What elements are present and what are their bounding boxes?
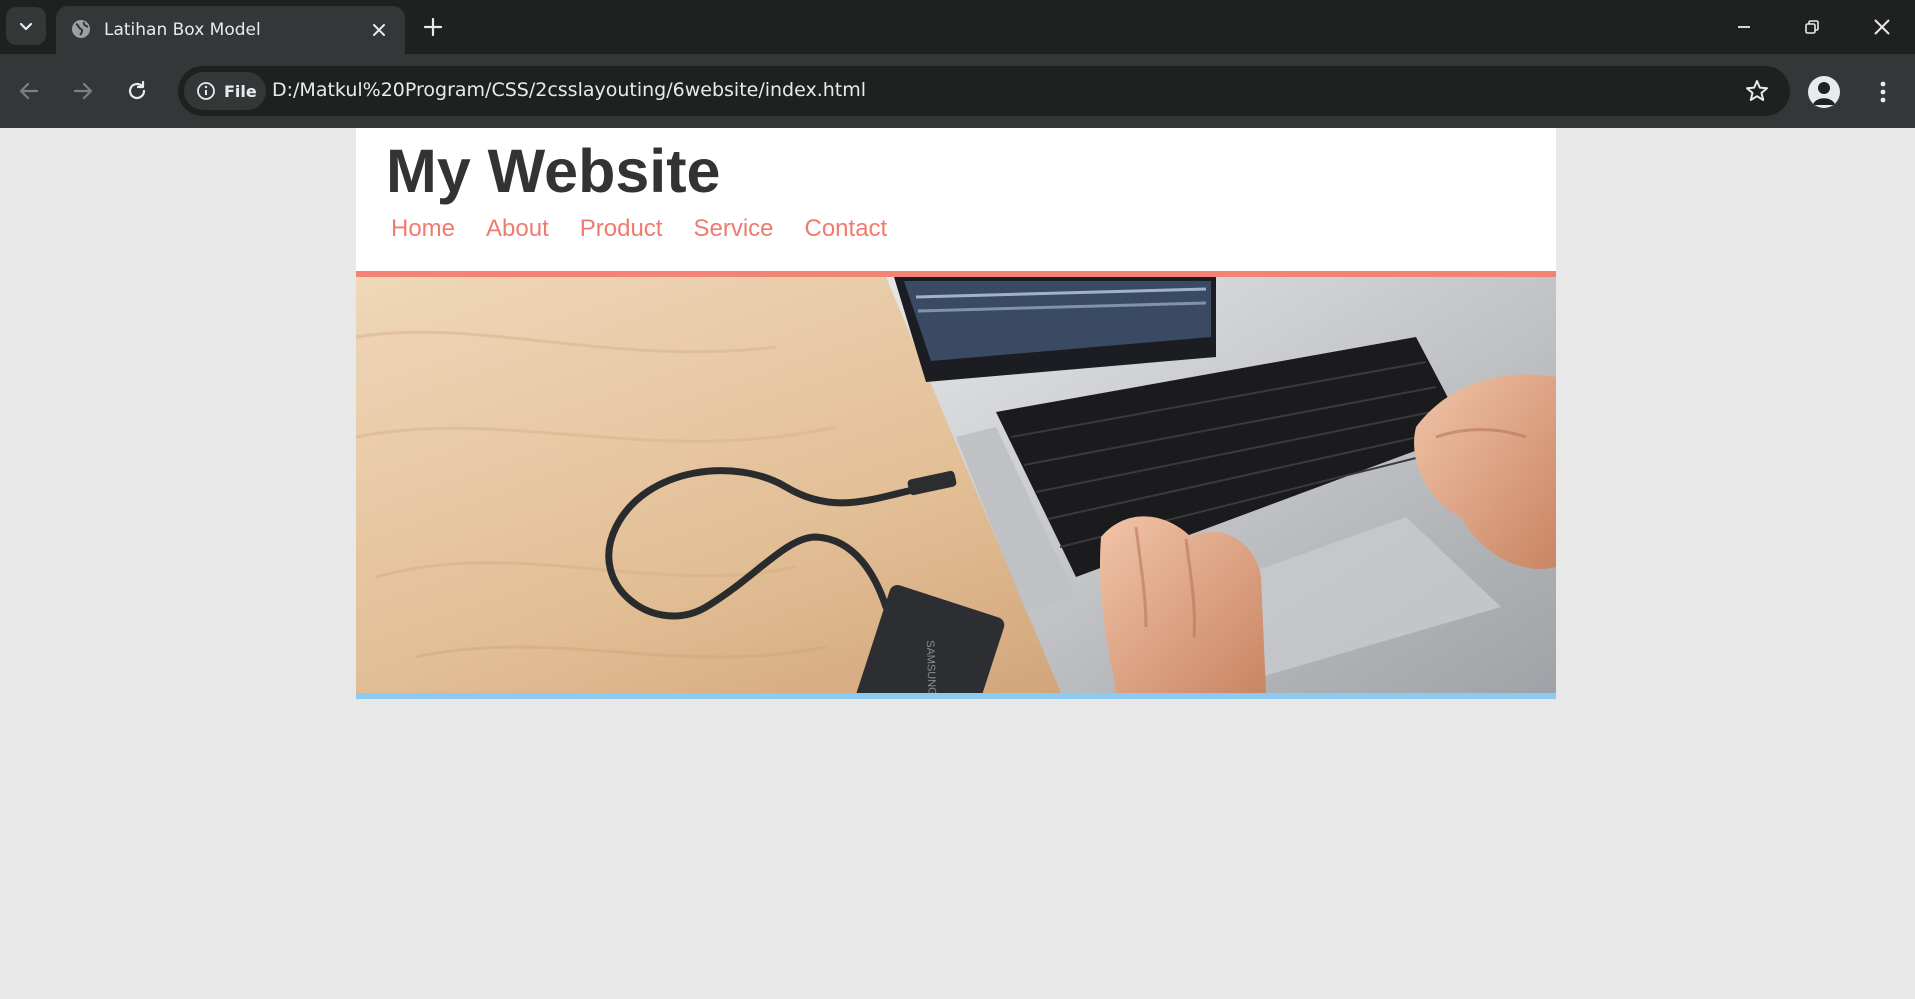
page-viewport: My Website Home About Product Service Co… (0, 128, 1915, 999)
nav-link-service[interactable]: Service (693, 215, 773, 243)
browser-toolbar: File D:/Matkul%20Program/CSS/2csslayouti… (0, 54, 1915, 128)
hero-banner: SAMSUNG (356, 271, 1556, 699)
new-tab-plus-icon[interactable] (420, 14, 446, 40)
browser-tab-bar: Latihan Box Model (0, 0, 1915, 54)
bookmark-star-icon[interactable] (1744, 78, 1770, 104)
nav-link-home[interactable]: Home (391, 215, 455, 243)
page-container: My Website Home About Product Service Co… (356, 128, 1556, 699)
globe-icon (72, 20, 90, 38)
arrow-left-icon (19, 82, 39, 100)
nav-link-product[interactable]: Product (580, 215, 663, 243)
minimize-icon (1738, 26, 1750, 28)
browser-menu-button[interactable] (1868, 74, 1898, 110)
close-window-icon (1874, 19, 1890, 35)
info-icon (197, 82, 215, 100)
site-title: My Website (386, 137, 721, 205)
restore-icon (1805, 20, 1819, 34)
scheme-label: File (224, 81, 257, 101)
site-header: My Website Home About Product Service Co… (356, 128, 1556, 271)
hero-image: SAMSUNG (356, 277, 1556, 693)
tab-search-button[interactable] (6, 7, 46, 45)
kebab-menu-icon (1880, 81, 1886, 103)
ssd-brand-text: SAMSUNG (924, 640, 938, 693)
restore-button[interactable] (1782, 8, 1842, 46)
close-icon[interactable] (369, 20, 389, 40)
profile-avatar-button[interactable] (1808, 76, 1840, 108)
back-button[interactable] (10, 72, 48, 110)
chevron-down-icon (19, 22, 33, 31)
minimize-button[interactable] (1714, 8, 1774, 46)
close-window-button[interactable] (1852, 8, 1912, 46)
address-bar[interactable]: File D:/Matkul%20Program/CSS/2csslayouti… (178, 66, 1790, 116)
person-icon (1813, 82, 1835, 105)
reload-button[interactable] (118, 72, 156, 110)
tab-title: Latihan Box Model (104, 20, 261, 40)
arrow-right-icon (73, 82, 93, 100)
reload-icon (128, 80, 146, 100)
main-nav: Home About Product Service Contact (391, 215, 918, 243)
browser-tab[interactable]: Latihan Box Model (56, 6, 405, 54)
url-text[interactable]: D:/Matkul%20Program/CSS/2csslayouting/6w… (272, 79, 866, 101)
forward-button[interactable] (64, 72, 102, 110)
site-info-chip[interactable]: File (184, 72, 266, 110)
nav-link-contact[interactable]: Contact (805, 215, 888, 243)
nav-link-about[interactable]: About (486, 215, 549, 243)
